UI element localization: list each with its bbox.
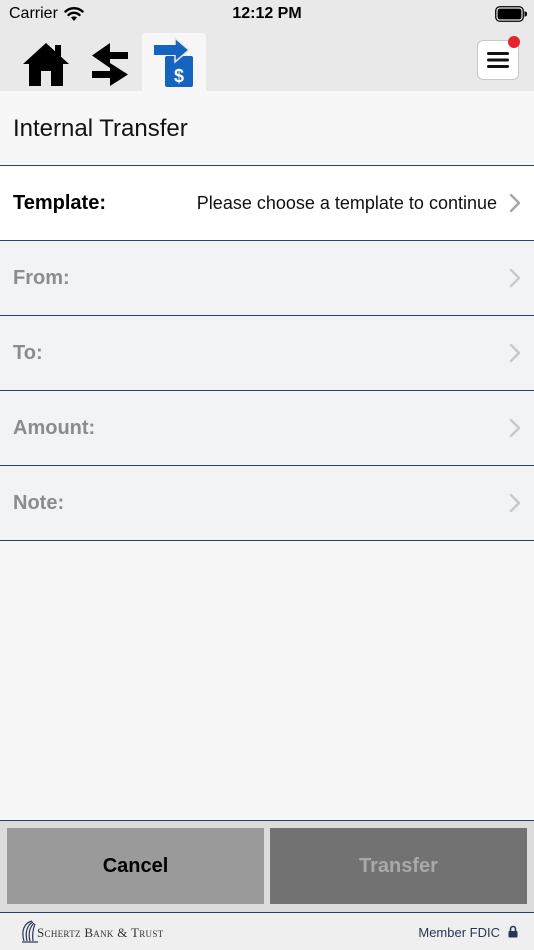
transfer-arrows-icon [92, 43, 128, 86]
note-row[interactable]: Note: [0, 466, 534, 541]
amount-row[interactable]: Amount: [0, 391, 534, 466]
svg-text:$: $ [174, 66, 184, 86]
from-label: From: [13, 267, 70, 289]
chevron-right-icon [509, 268, 521, 288]
home-icon [23, 43, 69, 86]
footer: Schertz Bank & Trust Member FDIC [0, 912, 534, 950]
page-header: Internal Transfer [0, 91, 534, 166]
nav-transfers-button[interactable] [78, 33, 142, 91]
template-label: Template: [13, 192, 106, 214]
fdic-label: Member FDIC [418, 925, 500, 940]
to-row[interactable]: To: [0, 316, 534, 391]
nav-home-button[interactable] [14, 33, 78, 91]
cancel-button[interactable]: Cancel [7, 828, 264, 904]
internal-transfer-icon: $ [154, 36, 193, 87]
transfer-button[interactable]: Transfer [270, 828, 527, 904]
to-label: To: [13, 342, 43, 364]
hamburger-menu-icon [487, 52, 509, 68]
note-label: Note: [13, 492, 65, 514]
action-bar: Cancel Transfer [0, 820, 534, 912]
top-nav: $ [0, 30, 534, 91]
notification-badge [508, 36, 520, 48]
lock-icon [508, 925, 518, 938]
bank-name: Schertz Bank & Trust [37, 925, 164, 940]
status-bar: Carrier 12:12 PM [0, 0, 534, 30]
nav-internal-transfer-button[interactable]: $ [142, 33, 206, 91]
chevron-right-icon [509, 343, 521, 363]
chevron-right-icon [509, 493, 521, 513]
status-time: 12:12 PM [232, 5, 302, 22]
template-value: Please choose a template to continue [196, 193, 497, 213]
from-row[interactable]: From: [0, 241, 534, 316]
chevron-right-icon [509, 193, 521, 213]
amount-label: Amount: [13, 417, 96, 439]
chevron-right-icon [509, 418, 521, 438]
template-row[interactable]: Template: Please choose a template to co… [0, 166, 534, 241]
menu-button[interactable] [477, 36, 520, 80]
page-title: Internal Transfer [13, 115, 188, 142]
battery-icon [495, 6, 527, 22]
